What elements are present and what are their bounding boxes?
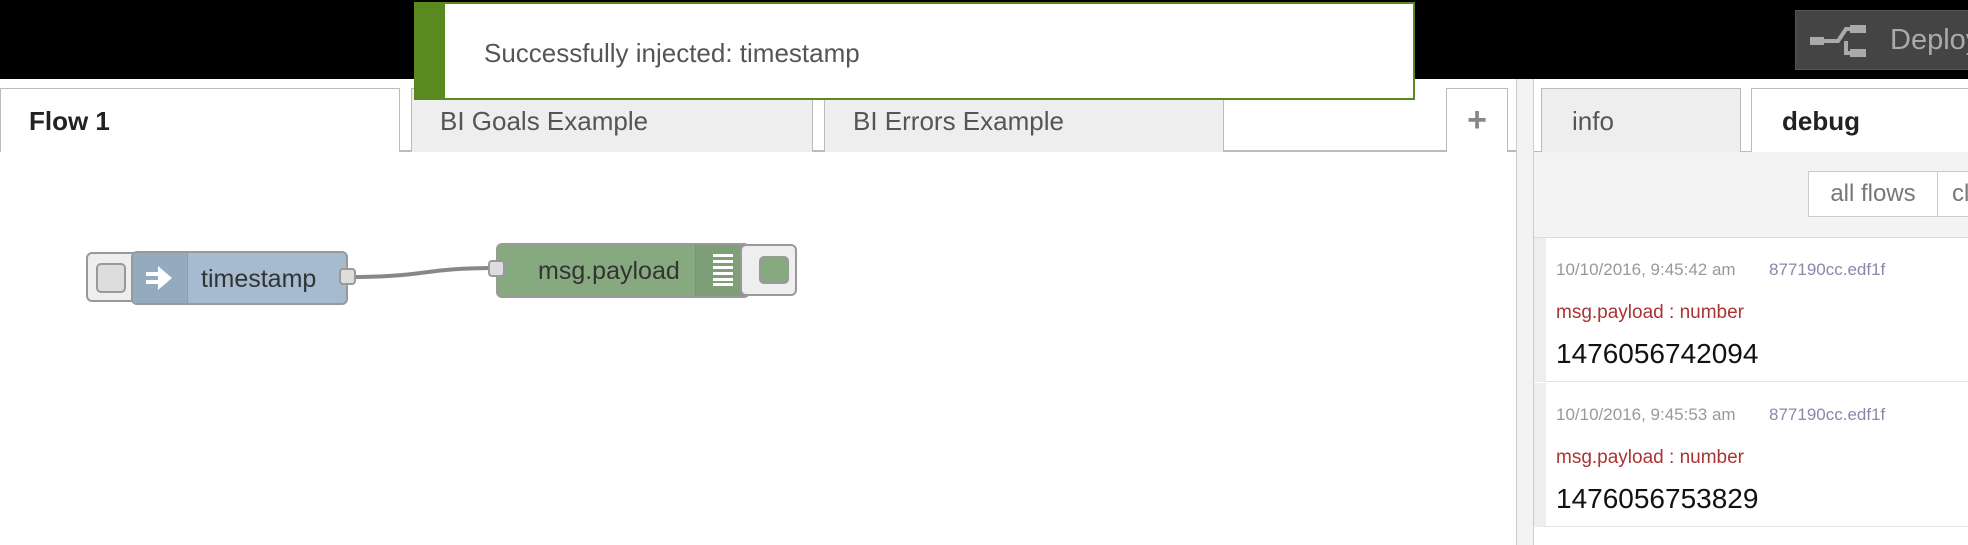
tab-label: BI Errors Example (853, 106, 1064, 136)
message-node-id[interactable]: 877190cc.edf1f (1769, 405, 1885, 425)
clear-button[interactable]: clear (1937, 171, 1968, 217)
notification-message: Successfully injected: timestamp (484, 38, 860, 68)
all-flows-filter-button[interactable]: all flows (1808, 171, 1938, 217)
debug-toggle-tab[interactable] (740, 244, 797, 296)
deploy-button[interactable]: Deploy (1795, 10, 1968, 70)
flow-canvas[interactable]: timestamp msg.payload (0, 152, 1516, 545)
tab-label: info (1572, 106, 1614, 136)
tab-label: debug (1782, 106, 1860, 136)
inject-node-label: timestamp (201, 265, 317, 293)
message-type: msg.payload : number (1556, 302, 1744, 323)
debug-node[interactable]: msg.payload (496, 243, 750, 298)
inject-icon-area (133, 253, 188, 303)
tab-debug[interactable]: debug (1751, 88, 1968, 153)
debug-toggle-button[interactable] (759, 256, 789, 284)
debug-message: 10/10/2016, 9:45:53 am 877190cc.edf1f ms… (1534, 383, 1968, 527)
wire-connection[interactable] (0, 152, 1516, 545)
sidebar: info debug all flows clear 10/10/2016, 9… (1534, 79, 1968, 545)
tab-label: Flow 1 (29, 106, 110, 136)
deploy-label: Deploy (1890, 24, 1968, 56)
debug-message-list[interactable]: 10/10/2016, 9:45:42 am 877190cc.edf1f ms… (1534, 238, 1968, 545)
notification-accent-bar (416, 4, 445, 98)
list-icon (713, 254, 733, 286)
message-node-id[interactable]: 877190cc.edf1f (1769, 260, 1885, 280)
arrow-in-icon (146, 266, 172, 290)
debug-message: 10/10/2016, 9:45:42 am 877190cc.edf1f ms… (1534, 238, 1968, 382)
message-value: 1476056753829 (1556, 483, 1759, 514)
deploy-icon (1810, 25, 1866, 57)
message-type: msg.payload : number (1556, 447, 1744, 468)
inject-output-port[interactable] (339, 268, 356, 285)
message-timestamp: 10/10/2016, 9:45:42 am (1556, 260, 1736, 279)
debug-toolbar: all flows clear (1534, 152, 1968, 238)
tab-info[interactable]: info (1541, 88, 1741, 152)
filter-label: all flows (1830, 180, 1916, 207)
success-notification: Successfully injected: timestamp (414, 2, 1415, 100)
plus-icon: + (1467, 101, 1487, 139)
debug-input-port[interactable] (488, 260, 505, 277)
clear-label: clear (1952, 180, 1968, 207)
tab-label: BI Goals Example (440, 106, 649, 136)
debug-node-label: msg.payload (538, 257, 680, 285)
tab-flow-1[interactable]: Flow 1 (0, 88, 400, 154)
add-flow-button[interactable]: + (1446, 88, 1508, 152)
message-timestamp: 10/10/2016, 9:45:53 am (1556, 405, 1736, 424)
sidebar-splitter[interactable] (1516, 79, 1534, 545)
inject-trigger-button[interactable] (96, 263, 126, 293)
inject-node[interactable]: timestamp (131, 251, 348, 305)
message-value: 1476056742094 (1556, 338, 1759, 369)
